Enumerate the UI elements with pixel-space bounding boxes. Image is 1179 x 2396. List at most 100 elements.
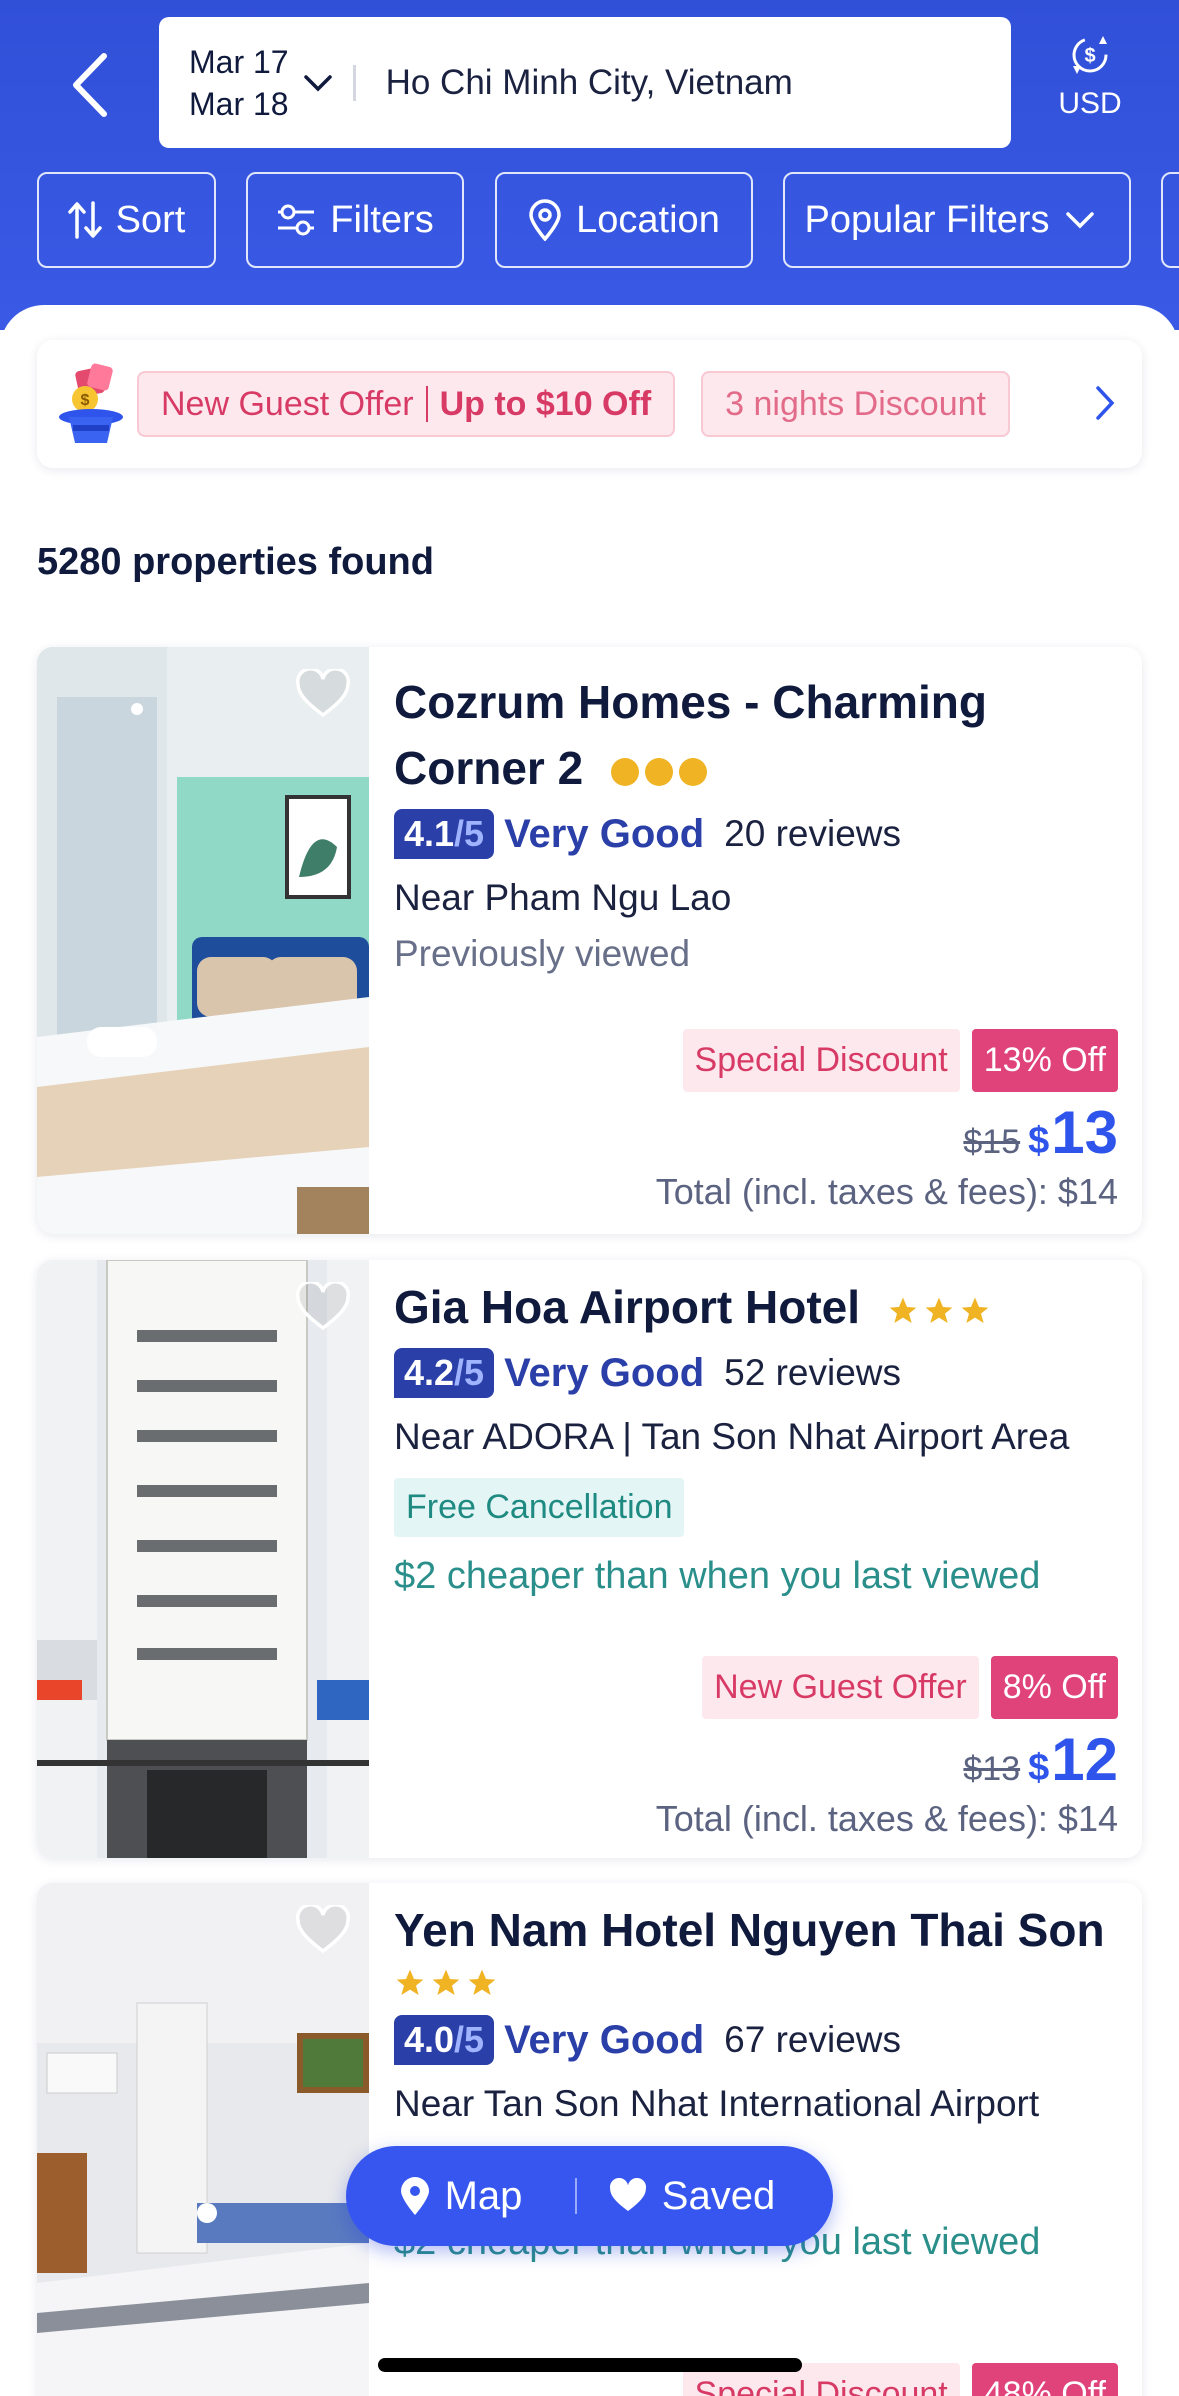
heart-icon	[609, 2178, 646, 2211]
rating-badge: 4.0/5	[394, 2015, 495, 2065]
map-button[interactable]: Map	[346, 2174, 575, 2219]
rating-row: 4.2/5 Very Good 52 reviews	[394, 1348, 1118, 1398]
hotel-photo[interactable]	[37, 647, 369, 1234]
original-price: $13	[963, 1750, 1021, 1788]
rating-dots	[610, 757, 708, 787]
hotel-details: Cozrum Homes - Charming Corner 2 4.1/5 V…	[394, 647, 1118, 975]
filters-label: Filters	[330, 198, 434, 241]
nights-discount-tag[interactable]: 3 nights Discount	[701, 371, 1010, 437]
reviews-count[interactable]: 20 reviews	[724, 813, 901, 855]
map-label: Map	[444, 2173, 523, 2218]
divider	[352, 64, 356, 101]
percent-off-badge: 48% Off	[971, 2363, 1118, 2396]
hotel-name[interactable]: Cozrum Homes - Charming Corner 2	[394, 669, 1118, 801]
original-price: $15	[963, 1123, 1021, 1161]
price-block: Special Discount 13% Off $15 $ 13 Total …	[656, 1029, 1118, 1213]
favorite-heart-icon[interactable]	[295, 1905, 351, 1955]
offer-label: New Guest Offer	[161, 384, 414, 423]
hotel-card[interactable]: Cozrum Homes - Charming Corner 2 4.1/5 V…	[37, 647, 1142, 1234]
nearby-landmark: Near Tan Son Nhat International Airport	[394, 2083, 1040, 2124]
hotel-photo[interactable]	[37, 1260, 369, 1858]
hotel-photo[interactable]	[37, 1883, 369, 2396]
currency-symbol: $	[1028, 1747, 1050, 1789]
saved-label: Saved	[661, 2173, 776, 2218]
reviews-count[interactable]: 67 reviews	[724, 2019, 901, 2061]
star-icon	[925, 1297, 953, 1323]
building-photo	[37, 1260, 369, 1858]
bedroom-photo	[37, 647, 369, 1234]
rating-badge: 4.1/5	[394, 809, 495, 859]
saved-button[interactable]: Saved	[577, 2174, 806, 2219]
current-price: 12	[1051, 1726, 1118, 1793]
chevron-down-icon	[303, 74, 332, 91]
sliders-icon	[278, 204, 315, 236]
hotel-card[interactable]: Gia Hoa Airport Hotel 4.2/5 Very Good 52…	[37, 1260, 1142, 1858]
previously-viewed-label: Previously viewed	[394, 933, 691, 974]
new-guest-offer-tag[interactable]: New Guest Offer Up to $10 Off	[137, 371, 676, 437]
percent-off-badge: 8% Off	[990, 1656, 1118, 1719]
more-filters-button[interactable]	[1161, 172, 1179, 268]
star-icon	[961, 1297, 989, 1323]
home-indicator	[378, 2358, 802, 2372]
hotel-details: Gia Hoa Airport Hotel 4.2/5 Very Good 52…	[394, 1260, 1118, 1598]
date-range[interactable]: Mar 17 Mar 18	[189, 41, 289, 125]
rating-score: 4.0	[404, 2019, 455, 2060]
svg-text:$: $	[1084, 45, 1095, 67]
destination-text[interactable]: Ho Chi Minh City, Vietnam	[386, 63, 793, 103]
currency-label: USD	[1058, 87, 1122, 120]
search-box[interactable]: Mar 17 Mar 18 Ho Chi Minh City, Vietnam	[159, 17, 1011, 148]
circle-icon	[644, 757, 673, 786]
nearby-landmark: Near ADORA | Tan Son Nhat Airport Area	[394, 1416, 1070, 1457]
rating-scale: /5	[454, 813, 485, 854]
discount-tag: Special Discount	[682, 1029, 960, 1092]
star-icon	[432, 1969, 460, 1995]
chevron-right-icon[interactable]	[1094, 384, 1116, 422]
star-rating	[394, 1967, 1118, 1999]
nearby-landmark: Near Pham Ngu Lao	[394, 877, 732, 918]
popular-filters-label: Popular Filters	[804, 198, 1050, 241]
rating-row: 4.0/5 Very Good 67 reviews	[394, 2015, 1118, 2065]
star-rating	[887, 1295, 991, 1327]
rating-word: Very Good	[504, 811, 705, 856]
currency-selector[interactable]: $ USD	[1050, 30, 1130, 121]
circle-icon	[678, 757, 707, 786]
star-icon	[396, 1969, 424, 1995]
results-count: 5280 properties found	[37, 541, 434, 583]
hotel-card[interactable]: Yen Nam Hotel Nguyen Thai Son 4.0/5 Very…	[37, 1883, 1142, 2396]
current-price: 13	[1051, 1099, 1118, 1166]
back-arrow-icon	[73, 53, 107, 117]
sort-icon	[67, 201, 102, 239]
location-button[interactable]: Location	[495, 172, 753, 268]
favorite-heart-icon[interactable]	[295, 1282, 351, 1332]
hotel-name[interactable]: Gia Hoa Airport Hotel	[394, 1274, 1118, 1340]
price-block: New Guest Offer 8% Off $13 $ 12 Total (i…	[656, 1656, 1118, 1840]
tag-divider	[425, 386, 428, 422]
circle-icon	[610, 757, 639, 786]
popular-filters-button[interactable]: Popular Filters	[783, 172, 1131, 268]
rating-badge: 4.2/5	[394, 1348, 495, 1398]
reviews-count[interactable]: 52 reviews	[724, 1352, 901, 1394]
free-cancellation-badge: Free Cancellation	[394, 1478, 685, 1537]
back-button[interactable]	[60, 45, 120, 125]
sort-label: Sort	[115, 198, 186, 241]
map-pin-icon	[529, 199, 561, 241]
filters-button[interactable]: Filters	[246, 172, 464, 268]
chevron-down-icon	[1066, 212, 1095, 229]
hotel-name[interactable]: Yen Nam Hotel Nguyen Thai Son	[394, 1897, 1118, 1963]
hotel-room-photo	[37, 1883, 369, 2396]
star-icon	[889, 1297, 917, 1323]
rating-score: 4.1	[404, 813, 455, 854]
sort-button[interactable]: Sort	[37, 172, 216, 268]
svg-text:$: $	[81, 392, 90, 409]
favorite-heart-icon[interactable]	[295, 669, 351, 719]
rating-row: 4.1/5 Very Good 20 reviews	[394, 809, 1118, 859]
checkout-date: Mar 18	[189, 85, 289, 122]
price-drop-note: $2 cheaper than when you last viewed	[394, 1555, 1041, 1597]
rating-scale: /5	[454, 1352, 485, 1393]
rating-scale: /5	[454, 2019, 485, 2060]
top-header: Mar 17 Mar 18 Ho Chi Minh City, Vietnam …	[0, 0, 1179, 330]
hotel-name-text: Gia Hoa Airport Hotel	[394, 1281, 860, 1333]
discount-tag: New Guest Offer	[702, 1656, 979, 1719]
promo-banner[interactable]: $ New Guest Offer Up to $10 Off 3 nights…	[37, 340, 1142, 468]
map-pin-icon	[400, 2177, 429, 2215]
